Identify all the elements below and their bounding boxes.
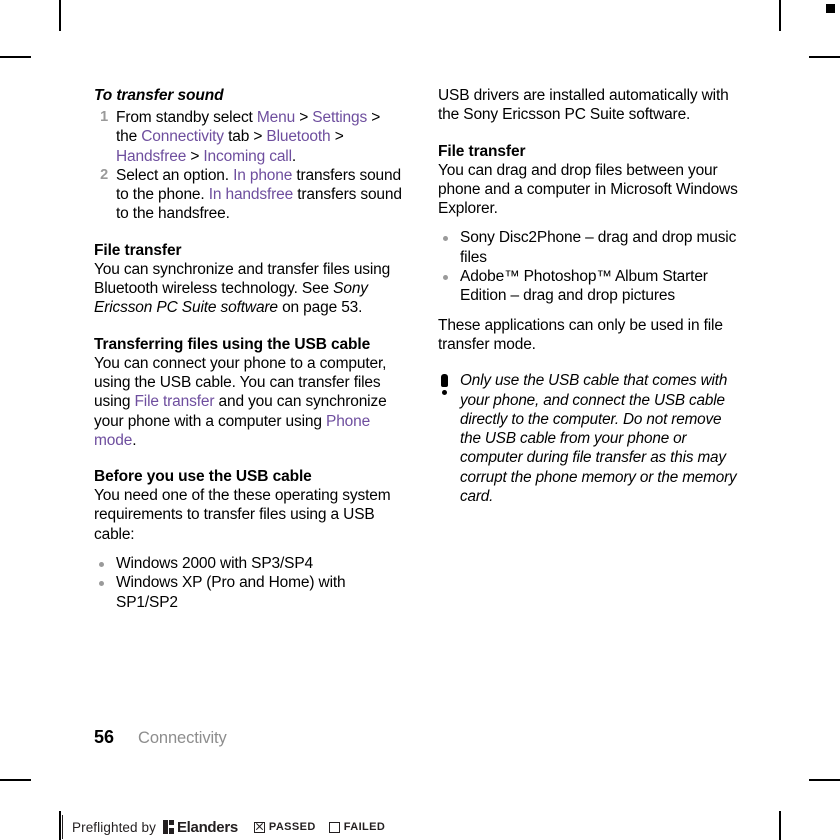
os-requirements-list: Windows 2000 with SP3/SP4 Windows XP (Pr… <box>94 554 402 612</box>
list-item: Sony Disc2Phone – drag and drop music fi… <box>438 228 746 267</box>
list-item-label: Adobe™ Photoshop™ Album Starter Edition … <box>460 268 708 305</box>
inline-link: Settings <box>312 109 368 126</box>
step-text: From standby select Menu > Settings > th… <box>116 109 380 165</box>
warning-note: Only use the USB cable that comes with y… <box>438 371 746 506</box>
inline-text: tab > <box>223 128 267 146</box>
preflight-passed-label: PASSED <box>268 821 316 833</box>
applications-list: Sony Disc2Phone – drag and drop music fi… <box>438 228 746 305</box>
checkbox-unchecked-icon <box>328 821 340 833</box>
paragraph-drag-and-drop: You can drag and drop files between your… <box>438 161 738 218</box>
bullet-dot-icon <box>443 275 448 281</box>
inline-text: > <box>295 109 313 126</box>
inline-link: Incoming call <box>203 147 292 165</box>
list-item: Windows 2000 with SP3/SP4 <box>94 554 402 573</box>
inline-text: . <box>291 147 297 165</box>
two-column-body: To transfer sound 1 From standby select … <box>94 86 746 612</box>
paragraph-file-transfer-mode: These applications can only be used in f… <box>438 316 723 353</box>
chapter-name: Connectivity <box>138 729 227 747</box>
inline-link: Menu <box>256 109 296 126</box>
bullet-dot-icon <box>99 562 104 568</box>
bullet-dot-icon <box>99 581 104 587</box>
inline-text: From standby select <box>116 109 257 126</box>
list-item-label: Sony Disc2Phone – drag and drop music fi… <box>460 229 737 266</box>
inline-link: Connectivity <box>141 128 224 146</box>
heading-file-transfer: File transfer <box>94 241 182 259</box>
checkbox-checked-icon <box>253 821 265 833</box>
elanders-wordmark: Elanders <box>176 818 238 836</box>
procedure-steps: 1 From standby select Menu > Settings > … <box>94 108 402 224</box>
list-item: Adobe™ Photoshop™ Album Starter Edition … <box>438 267 746 306</box>
list-item: Windows XP (Pro and Home) with SP1/SP2 <box>94 573 402 612</box>
paragraph-before-you-use-usb: You need one of the these operating syst… <box>94 487 391 543</box>
inline-link: In handsfree <box>208 186 294 204</box>
list-item-label: Windows 2000 with SP3/SP4 <box>116 555 313 573</box>
procedure-title: To transfer sound <box>94 87 224 104</box>
inline-link: Handsfree <box>116 147 187 165</box>
paragraph-file-transfer: You can synchronize and transfer files u… <box>94 260 402 318</box>
preflight-failed: FAILED <box>328 821 386 833</box>
paragraph-transferring-files-usb: You can connect your phone to a computer… <box>94 354 402 450</box>
procedure-step: 2 Select an option. In phone transfers s… <box>94 166 402 224</box>
heading-before-you-use-usb: Before you use the USB cable <box>94 468 312 486</box>
heading-transferring-files-usb: Transferring files using the USB cable <box>94 335 371 353</box>
page-number: 56 <box>94 727 115 747</box>
left-column: To transfer sound 1 From standby select … <box>94 86 402 612</box>
preflight-strip: Preflighted by Elanders PASSED FAILED <box>62 815 385 839</box>
preflight-prefix: Preflighted by <box>72 819 156 835</box>
preflight-failed-label: FAILED <box>343 821 386 833</box>
inline-link: In phone <box>233 166 293 184</box>
inline-text: Select an option. <box>116 166 234 184</box>
right-column: USB drivers are installed automatically … <box>438 86 746 506</box>
heading-file-transfer-right: File transfer <box>438 142 526 160</box>
inline-text: > <box>186 147 204 165</box>
elanders-logo: Elanders <box>162 818 238 836</box>
manual-page: To transfer sound 1 From standby select … <box>0 0 840 840</box>
step-text: Select an option. In phone transfers sou… <box>116 167 402 223</box>
exclamation-icon <box>440 374 449 398</box>
bullet-dot-icon <box>443 236 448 242</box>
elanders-mark-icon <box>162 820 174 834</box>
paragraph-usb-drivers: USB drivers are installed automatically … <box>438 87 729 124</box>
step-number: 2 <box>100 166 108 183</box>
inline-text: on page 53. <box>277 299 363 317</box>
inline-text: . <box>132 431 137 449</box>
step-number: 1 <box>100 109 108 125</box>
preflight-passed: PASSED <box>253 821 316 833</box>
inline-text: > <box>330 128 344 146</box>
inline-link: File transfer <box>134 393 215 411</box>
list-item-label: Windows XP (Pro and Home) with SP1/SP2 <box>116 574 346 611</box>
page-footer: 56 Connectivity <box>94 727 227 748</box>
inline-link: Bluetooth <box>266 128 331 146</box>
warning-note-text: Only use the USB cable that comes with y… <box>460 372 737 506</box>
procedure-step: 1 From standby select Menu > Settings > … <box>94 108 402 166</box>
